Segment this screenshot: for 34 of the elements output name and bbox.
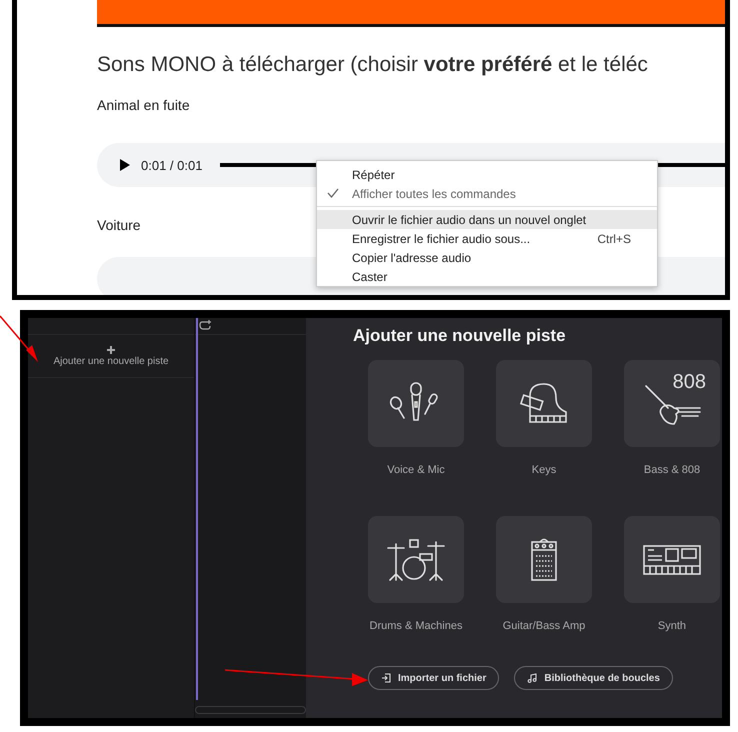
instrument-tile[interactable]: 808 [624,360,720,447]
shortcut-label: Ctrl+S [597,232,631,246]
music-note-icon [527,673,538,683]
instrument-label: Bass & 808 [644,464,700,476]
instrument-label: Guitar/Bass Amp [502,620,586,632]
instrument-tile[interactable] [624,516,720,603]
menu-item[interactable]: Caster [317,267,657,286]
instrument-tile[interactable] [496,360,592,447]
menu-item[interactable]: Enregistrer le fichier audio sous... Ctrl+S [317,229,657,248]
menu-item[interactable]: Copier l'adresse audio [317,248,657,267]
annotation-arrow [0,316,38,362]
icon-number: 808 [672,371,706,394]
plus-icon [106,345,116,355]
instrument-tile[interactable] [496,516,592,603]
instrument-tile[interactable] [368,516,464,603]
play-icon[interactable] [119,158,131,172]
loop-icon[interactable] [199,319,212,331]
import-button[interactable]: Importer un fichier [368,666,500,690]
scrollbar[interactable] [195,706,306,714]
menu-item[interactable]: Afficher toutes les commandes [317,184,657,203]
menu-item[interactable]: Répéter [317,165,657,184]
instrument-tile[interactable] [368,360,464,447]
page-heading: Sons MONO à télécharger (choisir votre préféré et le téléc [97,53,649,77]
sound-label: Animal en fuite [97,97,190,113]
instrument-label: Drums & Machines [370,620,462,632]
import-icon [381,673,391,683]
panel-title: Ajouter une nouvelle piste [353,326,567,346]
instrument-label: Keys [532,464,556,476]
menu-item[interactable]: Ouvrir le fichier audio dans un nouvel onglet [317,210,657,229]
instrument-label: Synth [658,620,686,632]
time-display: 0:01 / 0:01 [141,158,202,172]
sound-label: Voiture [97,217,141,233]
library-button[interactable]: Bibliothèque de boucles [514,666,673,690]
instrument-label: Voice & Mic [387,464,445,476]
